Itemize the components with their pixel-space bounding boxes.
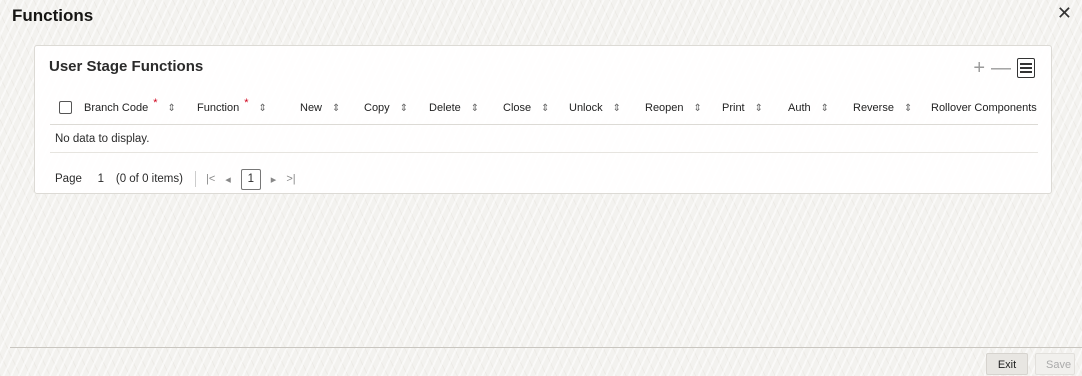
column-close[interactable]: Close ⇕ — [503, 91, 550, 125]
sort-icon[interactable]: ⇕ — [541, 103, 549, 114]
table-header: Branch Code * ⇕ Function * ⇕ New ⇕ Copy … — [50, 91, 1038, 125]
column-label: Reopen — [645, 102, 684, 114]
sort-icon[interactable]: ⇕ — [821, 103, 829, 114]
window-header: Functions ✕ — [0, 0, 1082, 34]
sort-icon[interactable]: ⇕ — [755, 103, 763, 114]
sort-icon[interactable]: ⇕ — [258, 103, 266, 114]
column-label: Auth — [788, 102, 811, 114]
empty-table-message: No data to display. — [50, 126, 1038, 153]
item-count: (0 of 0 items) — [115, 173, 183, 185]
save-button[interactable]: Save — [1035, 353, 1075, 375]
select-all-checkbox[interactable] — [59, 101, 72, 114]
column-label: Copy — [364, 102, 390, 114]
column-function[interactable]: Function * ⇕ — [197, 91, 267, 125]
required-marker: * — [153, 97, 158, 109]
column-unlock[interactable]: Unlock ⇕ — [569, 91, 621, 125]
column-copy[interactable]: Copy ⇕ — [364, 91, 408, 125]
column-label: Rollover Components — [931, 102, 1037, 114]
column-label: Delete — [429, 102, 461, 114]
close-icon[interactable]: ✕ — [1057, 4, 1072, 22]
page-label: Page — [55, 173, 82, 185]
pager-divider — [194, 171, 196, 187]
pagination: Page 1 (0 of 0 items) |< ◂ 1 ▸ >| — [55, 168, 306, 190]
column-auth[interactable]: Auth ⇕ — [788, 91, 829, 125]
column-label: Close — [503, 102, 532, 114]
column-label: New — [300, 102, 323, 114]
column-label: Function — [197, 102, 240, 114]
column-reopen[interactable]: Reopen ⇕ — [645, 91, 702, 125]
sort-icon[interactable]: ⇕ — [168, 103, 176, 114]
footer-divider — [10, 347, 1082, 348]
column-reverse[interactable]: Reverse ⇕ — [853, 91, 912, 125]
current-page-button[interactable]: 1 — [240, 168, 261, 190]
column-print[interactable]: Print ⇕ — [722, 91, 763, 125]
sort-icon[interactable]: ⇕ — [613, 103, 621, 114]
first-page-icon[interactable]: |< — [206, 173, 215, 185]
column-label: Branch Code — [84, 102, 149, 114]
next-page-icon[interactable]: ▸ — [271, 173, 277, 186]
column-label: Print — [722, 102, 745, 114]
add-row-button[interactable]: + — [973, 58, 985, 78]
page-number-input[interactable]: 1 — [90, 173, 112, 185]
required-marker: * — [244, 97, 249, 109]
sort-icon[interactable]: ⇕ — [332, 103, 340, 114]
column-label: Unlock — [569, 102, 603, 114]
panel-title: User Stage Functions — [49, 58, 204, 75]
column-new[interactable]: New ⇕ — [300, 91, 340, 125]
column-delete[interactable]: Delete ⇕ — [429, 91, 479, 125]
exit-button[interactable]: Exit — [986, 353, 1028, 375]
column-branch-code[interactable]: Branch Code * ⇕ — [84, 91, 176, 125]
sort-icon[interactable]: ⇕ — [694, 103, 702, 114]
single-view-icon[interactable] — [1017, 58, 1035, 78]
remove-row-button[interactable]: — — [991, 58, 1011, 78]
sort-icon[interactable]: ⇕ — [400, 103, 408, 114]
panel-toolbar: + — — [973, 58, 1035, 78]
previous-page-icon[interactable]: ◂ — [225, 173, 231, 186]
last-page-icon[interactable]: >| — [286, 173, 295, 185]
user-stage-functions-panel: User Stage Functions + — Branch Code * ⇕… — [34, 45, 1052, 194]
column-label: Reverse — [853, 102, 894, 114]
page-title: Functions — [12, 6, 94, 25]
column-rollover-components[interactable]: Rollover Components — [931, 91, 1037, 125]
sort-icon[interactable]: ⇕ — [904, 103, 912, 114]
sort-icon[interactable]: ⇕ — [471, 103, 479, 114]
